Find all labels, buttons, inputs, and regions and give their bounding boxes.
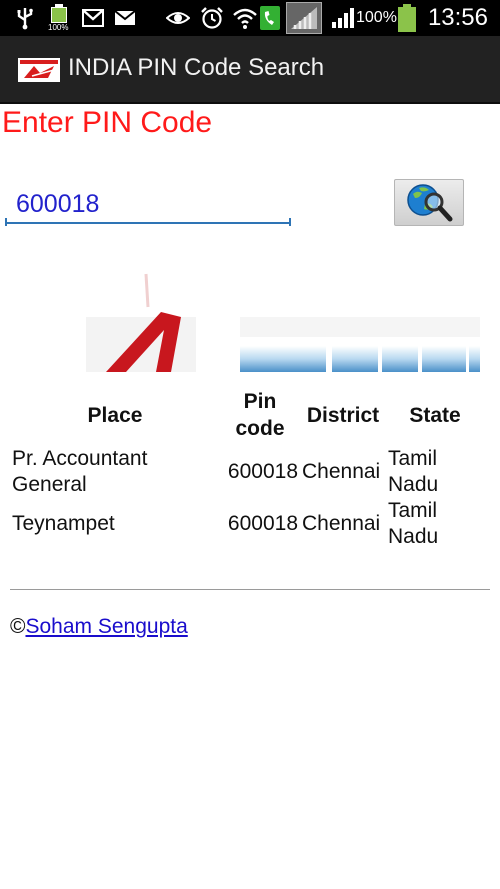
author-link[interactable]: Soham Sengupta	[25, 615, 187, 638]
globe-search-icon	[407, 184, 453, 222]
state-line: Tamil	[388, 499, 438, 522]
signal-icon	[332, 8, 354, 28]
district-cell: Chennai	[302, 460, 381, 483]
table-header-row: Place Pin code District State	[10, 384, 484, 446]
input-edge-left	[5, 218, 7, 226]
header-pin-line2: code	[235, 417, 285, 440]
battery-percent: 100%	[356, 9, 397, 26]
table-row[interactable]: Teynampet 600018 Chennai Tamil Nadu	[10, 498, 484, 550]
results-table: Place Pin code District State Pr. Accoun…	[10, 384, 484, 550]
place-line: Pr. Accountant	[12, 447, 148, 470]
call-icon	[260, 6, 280, 30]
pin-cell: 600018	[227, 512, 298, 535]
state-line: Tamil	[388, 447, 438, 470]
district-cell: Chennai	[302, 512, 381, 535]
header-pin: Pin code	[220, 384, 300, 446]
state-line: Nadu	[388, 525, 439, 548]
pin-input[interactable]	[6, 186, 290, 224]
app-title: INDIA PIN Code Search	[68, 54, 325, 81]
battery-small-label: 100%	[48, 23, 69, 32]
status-bar: 100% 100% 13:56	[0, 0, 500, 36]
header-district: District	[306, 403, 380, 427]
enter-pin-label: Enter PIN Code	[2, 106, 213, 139]
place-cell: Teynampet	[10, 498, 220, 550]
battery-icon	[398, 4, 416, 32]
state-cell: Tamil Nadu	[386, 498, 484, 550]
signal-weak-icon	[286, 2, 322, 34]
india-post-banner	[86, 273, 480, 372]
copyright-symbol: ©	[10, 615, 26, 638]
header-state: State	[409, 403, 461, 427]
place-cell: Pr. Accountant General	[10, 446, 220, 498]
gmail-icon	[82, 9, 104, 27]
action-bar: INDIA PIN Code Search	[0, 36, 500, 104]
place-line: General	[12, 473, 87, 496]
footer: ©Soham Sengupta	[10, 615, 188, 639]
alarm-icon	[201, 7, 223, 29]
eye-icon	[166, 12, 190, 24]
state-line: Nadu	[388, 473, 439, 496]
india-post-logo-icon	[18, 58, 60, 82]
state-cell: Tamil Nadu	[386, 446, 484, 498]
mail-icon	[114, 10, 136, 25]
battery-small-icon: 100%	[48, 4, 72, 32]
pin-cell: 600018	[227, 460, 298, 483]
wifi-icon	[233, 8, 257, 29]
header-place: Place	[87, 403, 143, 427]
divider	[10, 589, 490, 590]
usb-icon	[17, 8, 33, 30]
search-button[interactable]	[394, 179, 464, 226]
table-row[interactable]: Pr. Accountant General 600018 Chennai Ta…	[10, 446, 484, 498]
header-pin-line1: Pin	[243, 390, 277, 413]
input-edge-right	[289, 218, 291, 226]
clock: 13:56	[427, 4, 488, 31]
place-line: Teynampet	[12, 512, 115, 535]
